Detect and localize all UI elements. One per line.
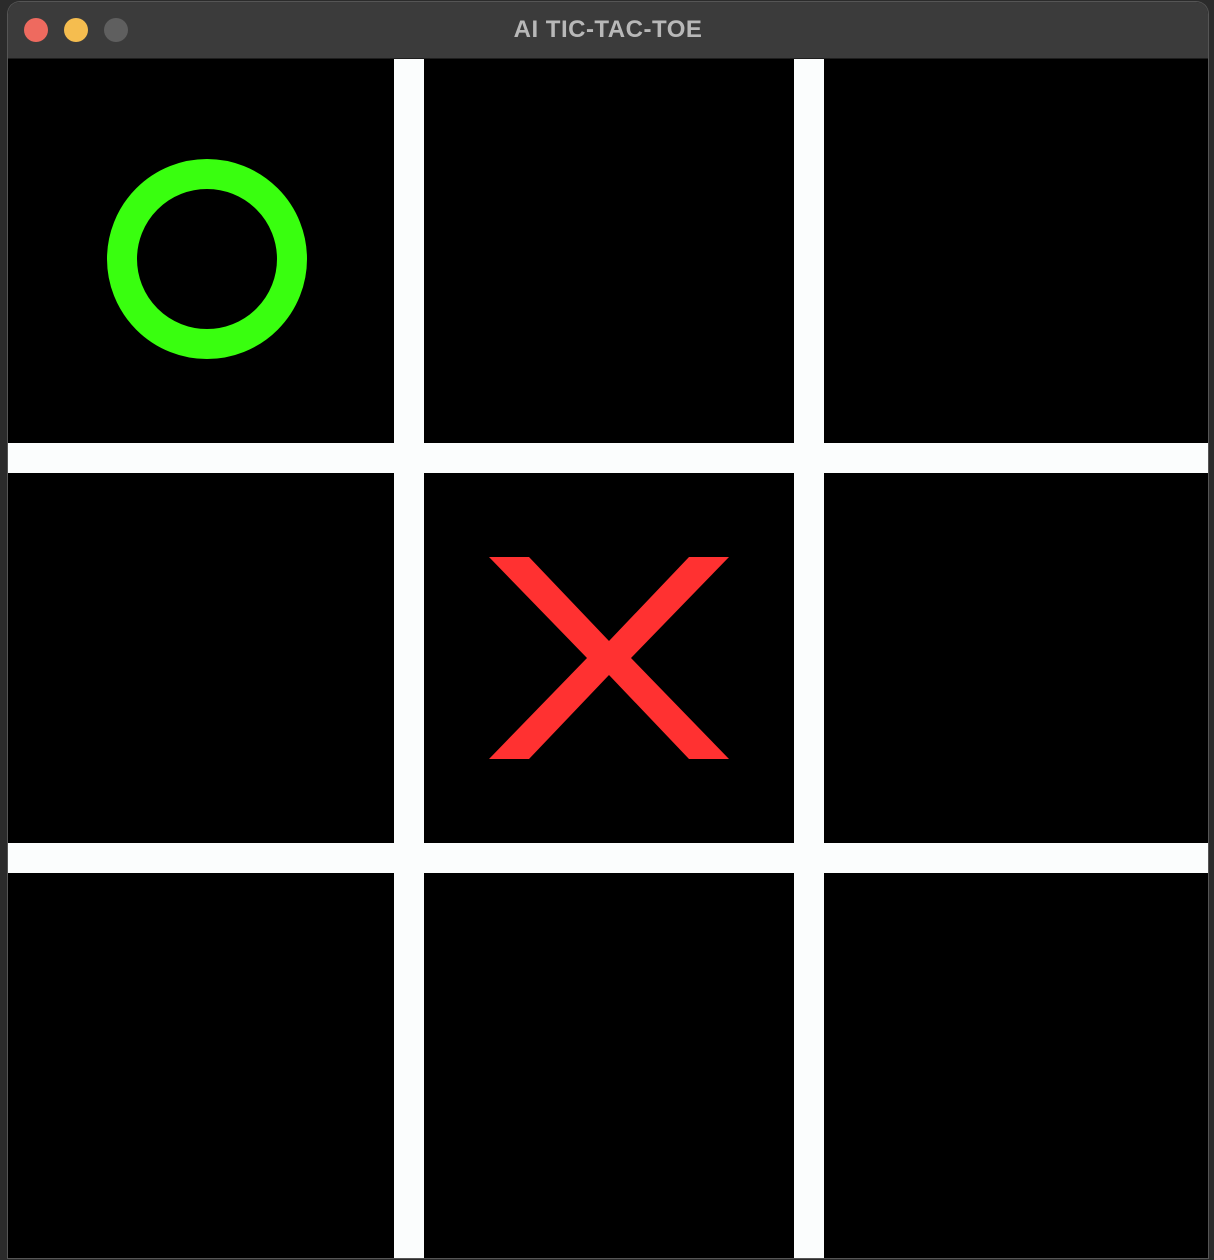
grid-line-vertical-1 [394,59,424,1258]
board-cell-r2-c1[interactable] [8,473,394,843]
board-cell-r2-c3[interactable] [824,473,1208,843]
grid-line-vertical-2 [794,59,824,1258]
board-cell-r1-c2[interactable] [424,59,794,443]
board-cell-r3-c3[interactable] [824,873,1208,1258]
board-cell-r1-c1[interactable] [8,59,394,443]
game-window: AI TIC-TAC-TOE [8,2,1208,1258]
grid-line-horizontal-1 [8,443,1208,473]
window-title: AI TIC-TAC-TOE [513,16,703,43]
board-cell-r3-c2[interactable] [424,873,794,1258]
board-cell-r2-c2[interactable] [424,473,794,843]
cross-mark-icon [489,557,729,759]
game-board [8,59,1208,1258]
circle-mark-icon [107,159,307,359]
grid-line-horizontal-2 [8,843,1208,873]
title-bar[interactable]: AI TIC-TAC-TOE [8,2,1208,59]
board-cell-r1-c3[interactable] [824,59,1208,443]
board-cell-r3-c1[interactable] [8,873,394,1258]
